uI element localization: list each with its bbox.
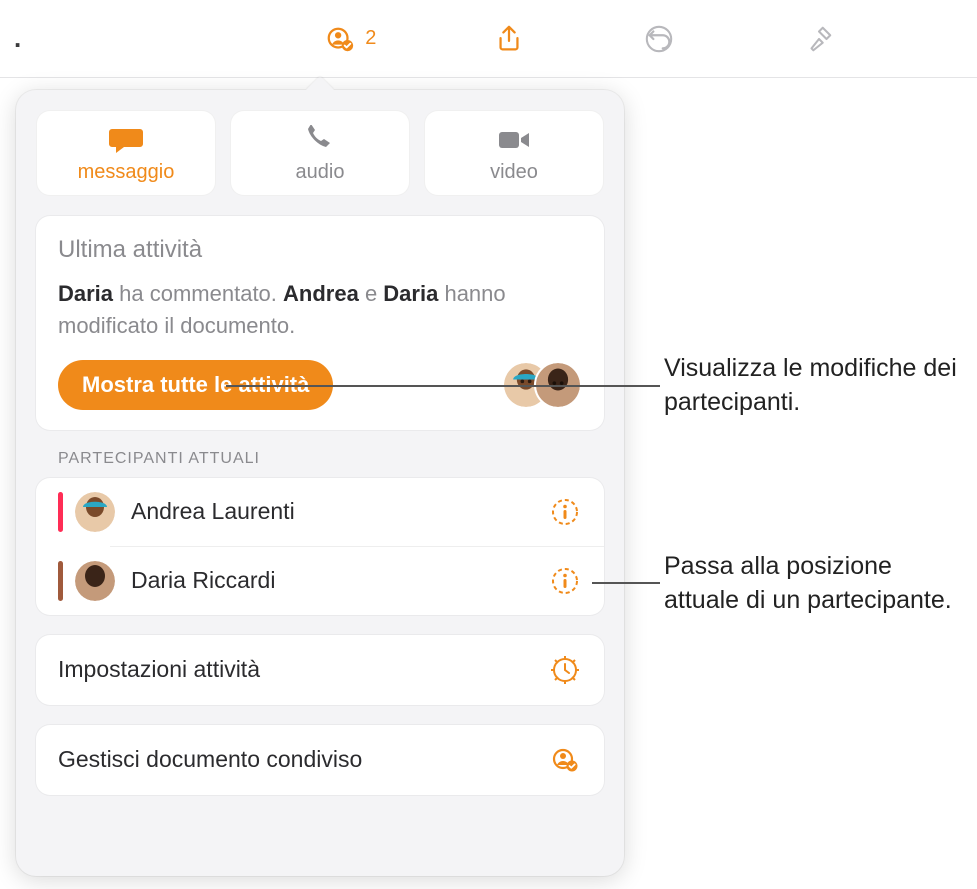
share-button[interactable]	[492, 22, 526, 56]
callout-text: Passa alla posizione attuale di un parte…	[664, 550, 964, 618]
mode-label: audio	[296, 161, 345, 184]
participant-color	[58, 561, 63, 601]
collaboration-icon	[323, 22, 357, 56]
callout-leader	[226, 385, 660, 387]
message-icon	[106, 123, 146, 157]
last-activity-title: Ultima attività	[58, 236, 582, 264]
undo-button[interactable]	[642, 22, 676, 56]
app-toolbar: . 2	[0, 0, 977, 78]
callout-leader	[592, 582, 660, 584]
communication-modes: messaggio audio video	[36, 110, 604, 196]
participant-name: Daria Riccardi	[131, 567, 532, 594]
toolbar-leading[interactable]: .	[14, 23, 29, 54]
participants-header: PARTECIPANTI ATTUALI	[58, 450, 604, 468]
collaboration-button[interactable]: 2	[323, 22, 376, 56]
video-icon	[494, 123, 534, 157]
collaboration-icon	[548, 743, 582, 777]
manage-shared-doc-label: Gestisci documento condiviso	[58, 746, 362, 773]
manage-shared-doc-row[interactable]: Gestisci documento condiviso	[36, 725, 604, 795]
avatar	[75, 561, 115, 601]
participants-list: Andrea Laurenti Daria Riccardi	[36, 478, 604, 615]
callout-text: Visualizza le modifiche dei partecipanti…	[664, 352, 964, 420]
participant-info-button[interactable]	[548, 495, 582, 529]
mode-message[interactable]: messaggio	[36, 110, 216, 196]
last-activity-card: Ultima attività Daria ha commentato. And…	[36, 216, 604, 430]
format-brush-button[interactable]	[802, 22, 836, 56]
last-activity-summary: Daria ha commentato. Andrea e Daria hann…	[58, 278, 582, 342]
mode-audio[interactable]: audio	[230, 110, 410, 196]
participant-row[interactable]: Daria Riccardi	[36, 547, 604, 615]
collaboration-popover: messaggio audio video Ultima attività Da…	[16, 90, 624, 876]
gear-icon	[548, 653, 582, 687]
collaboration-count: 2	[365, 27, 376, 50]
participant-row[interactable]: Andrea Laurenti	[36, 478, 604, 546]
mode-label: video	[490, 161, 538, 184]
mode-video[interactable]: video	[424, 110, 604, 196]
phone-icon	[300, 123, 340, 157]
activity-settings-label: Impostazioni attività	[58, 656, 260, 683]
participant-info-button[interactable]	[548, 564, 582, 598]
participant-name: Andrea Laurenti	[131, 498, 532, 525]
mode-label: messaggio	[78, 161, 175, 184]
activity-settings-row[interactable]: Impostazioni attività	[36, 635, 604, 705]
participant-color	[58, 492, 63, 532]
avatar	[75, 492, 115, 532]
